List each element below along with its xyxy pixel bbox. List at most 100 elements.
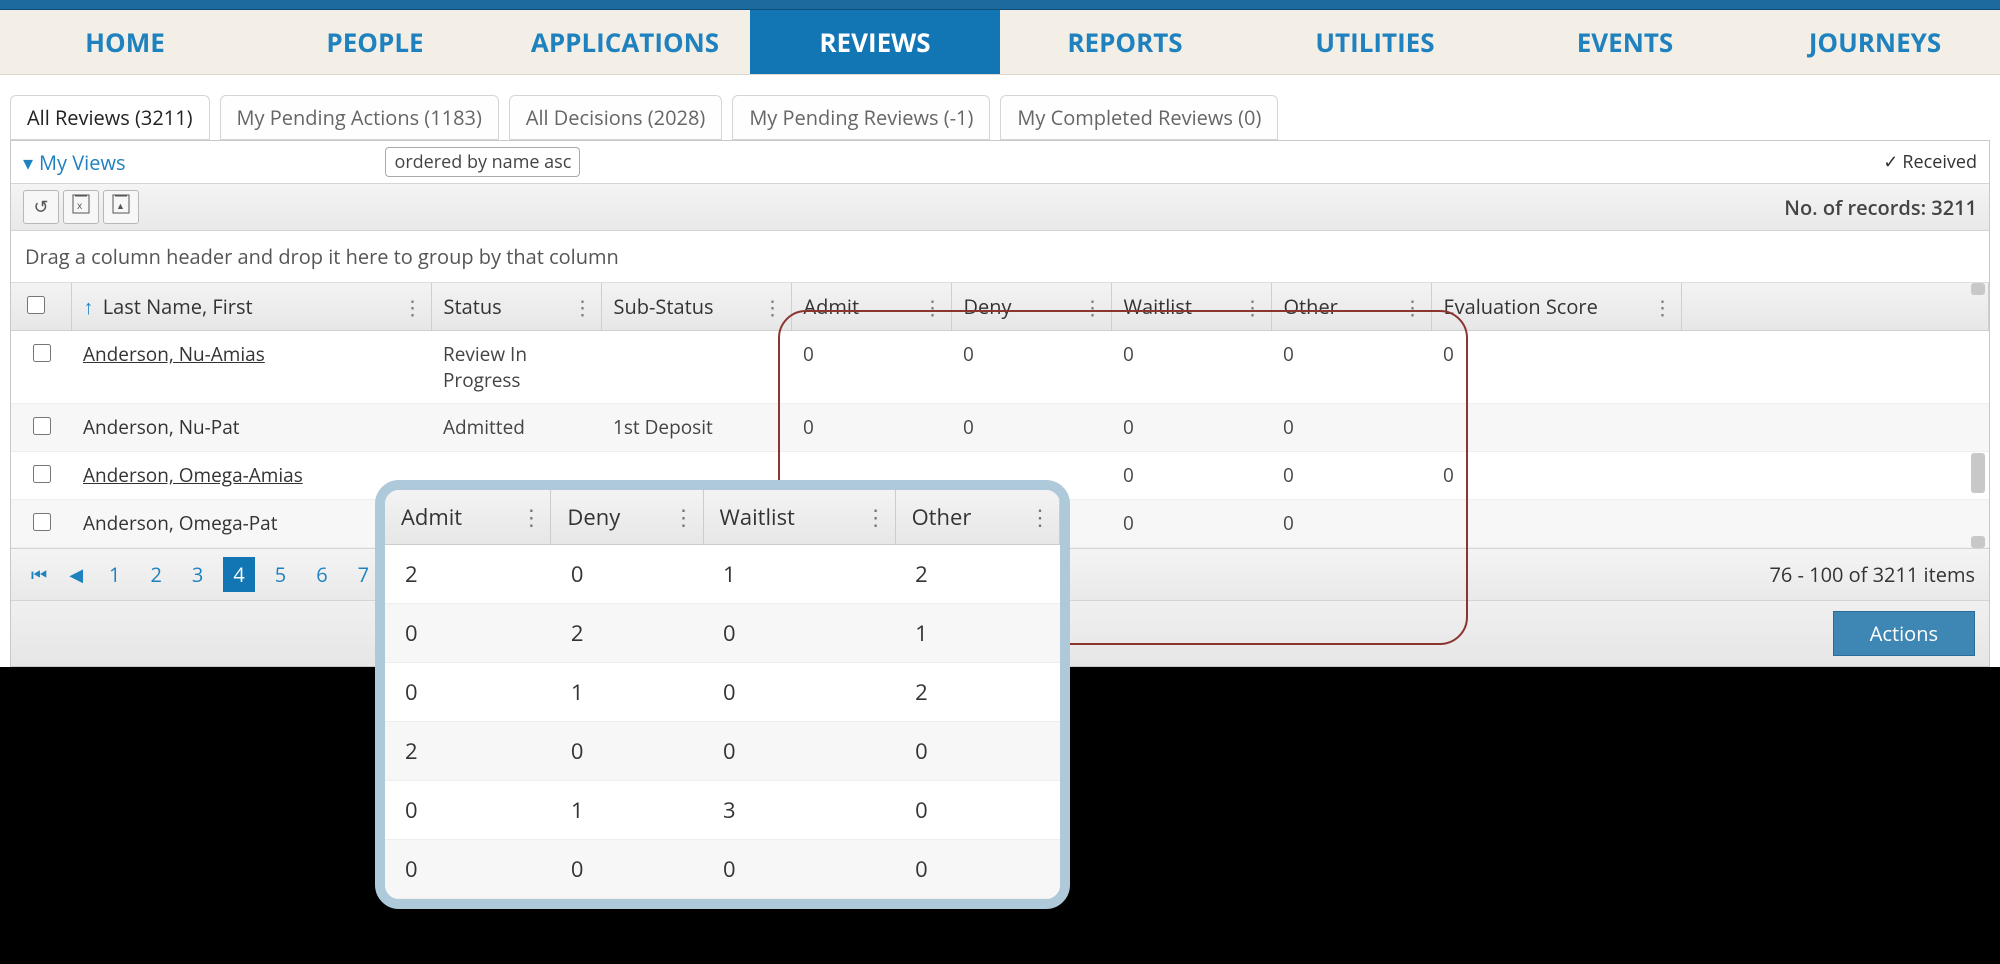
overlay-cell: 0 [895,840,1059,899]
callout-overlay: Admit⋮Deny⋮Waitlist⋮Other⋮ 2012020101022… [375,480,1070,909]
row-checkbox[interactable] [33,344,51,362]
scroll-up-icon[interactable] [1971,283,1985,295]
col-substatus[interactable]: Sub-Status ⋮ [601,283,791,331]
pager-page-1[interactable]: 1 [99,557,130,592]
nav-utilities[interactable]: UTILITIES [1250,10,1500,74]
overlay-row: 0000 [385,840,1060,899]
cell-waitlist: 0 [1111,452,1271,500]
col-menu-icon[interactable]: ⋮ [763,293,783,320]
col-menu-icon[interactable]: ⋮ [673,502,695,532]
col-deny[interactable]: Deny ⋮ [951,283,1111,331]
overlay-cell: 3 [703,781,895,840]
col-menu-icon[interactable]: ⋮ [923,293,943,320]
col-score-label: Evaluation Score [1444,293,1598,320]
refresh-button[interactable]: ↺ [23,190,59,224]
pager-first-icon[interactable]: ⏮ [25,563,53,587]
col-name-label: Last Name, First [103,293,253,320]
scrollbar-thumb[interactable] [1971,453,1985,493]
overlay-cell: 2 [895,663,1059,722]
pager: ⏮◀1234567 [25,557,379,592]
tab-my-pending-actions[interactable]: My Pending Actions (1183) [220,95,499,140]
select-all-checkbox[interactable] [27,296,45,314]
excel-icon: x [72,194,90,220]
pager-prev-icon[interactable]: ◀ [63,563,89,587]
col-menu-icon[interactable]: ⋮ [1653,293,1673,320]
overlay-cell: 0 [703,604,895,663]
col-name[interactable]: ↑ Last Name, First ⋮ [71,283,431,331]
col-menu-icon[interactable]: ⋮ [865,502,887,532]
cell-other: 0 [1271,452,1431,500]
col-waitlist[interactable]: Waitlist ⋮ [1111,283,1271,331]
overlay-row: 0102 [385,663,1060,722]
tab-my-completed-reviews[interactable]: My Completed Reviews (0) [1000,95,1278,140]
row-checkbox[interactable] [33,417,51,435]
nav-home[interactable]: HOME [0,10,250,74]
col-menu-icon[interactable]: ⋮ [403,293,423,320]
col-menu-icon[interactable]: ⋮ [1403,293,1423,320]
pager-page-6[interactable]: 6 [306,557,337,592]
pager-page-5[interactable]: 5 [265,557,296,592]
cell-substatus: 1st Deposit [601,404,791,452]
col-menu-icon[interactable]: ⋮ [1029,502,1051,532]
pager-page-2[interactable]: 2 [140,557,171,592]
select-all-header[interactable] [11,283,71,331]
cell-status: Review In Progress [431,331,601,404]
overlay-col: Admit⋮ [385,490,551,545]
overlay-cell: 0 [703,722,895,781]
name-link[interactable]: Anderson, Omega-Amias [83,462,303,488]
name-link[interactable]: Anderson, Nu-Amias [83,341,265,367]
export-pdf-button[interactable]: ▲ [103,190,139,224]
col-substatus-label: Sub-Status [614,293,714,320]
tab-my-pending-reviews[interactable]: My Pending Reviews (-1) [732,95,990,140]
overlay-row: 2012 [385,545,1060,604]
overlay-cell: 0 [385,663,551,722]
overlay-row: 2000 [385,722,1060,781]
col-menu-icon[interactable]: ⋮ [1083,293,1103,320]
cell-deny: 0 [951,404,1111,452]
pager-page-3[interactable]: 3 [182,557,213,592]
row-checkbox[interactable] [33,465,51,483]
cell-waitlist: 0 [1111,331,1271,404]
col-menu-icon[interactable]: ⋮ [520,502,542,532]
nav-applications[interactable]: APPLICATIONS [500,10,750,74]
col-menu-icon[interactable]: ⋮ [1243,293,1263,320]
nav-journeys[interactable]: JOURNEYS [1750,10,2000,74]
col-other[interactable]: Other⋮ [1271,283,1431,331]
caret-down-icon: ▾ [23,149,33,176]
col-deny-label: Deny [964,293,1012,320]
col-waitlist-label: Waitlist [1124,293,1193,320]
col-score[interactable]: Evaluation Score ⋮ [1431,283,1681,331]
view-tabs: All Reviews (3211) My Pending Actions (1… [0,75,2000,140]
cell-other: 0 [1271,331,1431,404]
nav-events[interactable]: EVENTS [1500,10,1750,74]
col-menu-icon[interactable]: ⋮ [573,293,593,320]
nav-reports[interactable]: REPORTS [1000,10,1250,74]
overlay-cell: 0 [703,663,895,722]
overlay-cell: 0 [551,722,703,781]
row-checkbox[interactable] [33,513,51,531]
cell-status: Admitted [431,404,601,452]
overlay-col: Waitlist⋮ [703,490,895,545]
my-views-dropdown[interactable]: ▾ My Views [23,149,125,176]
nav-reviews[interactable]: REVIEWS [750,10,1000,74]
cell-admit: 0 [791,404,951,452]
svg-text:▲: ▲ [116,199,125,212]
cell-substatus [601,331,791,404]
tab-all-decisions[interactable]: All Decisions (2028) [509,95,722,140]
pager-page-4[interactable]: 4 [223,557,254,592]
overlay-cell: 0 [551,545,703,604]
table-row: Anderson, Nu-AmiasReview In Progress0000… [11,331,1989,404]
order-indicator[interactable]: ordered by name asc [385,147,580,177]
name-link: Anderson, Nu-Pat [83,414,240,440]
cell-score [1431,500,1681,548]
export-excel-button[interactable]: x [63,190,99,224]
overlay-cell: 1 [551,663,703,722]
actions-button[interactable]: Actions [1833,611,1975,656]
scroll-down-icon[interactable] [1971,536,1985,548]
group-drop-zone[interactable]: Drag a column header and drop it here to… [11,231,1989,283]
table-row: Anderson, Nu-PatAdmitted1st Deposit0000 [11,404,1989,452]
col-admit[interactable]: Admit⋮ [791,283,951,331]
tab-all-reviews[interactable]: All Reviews (3211) [10,95,210,140]
col-status[interactable]: Status⋮ [431,283,601,331]
nav-people[interactable]: PEOPLE [250,10,500,74]
